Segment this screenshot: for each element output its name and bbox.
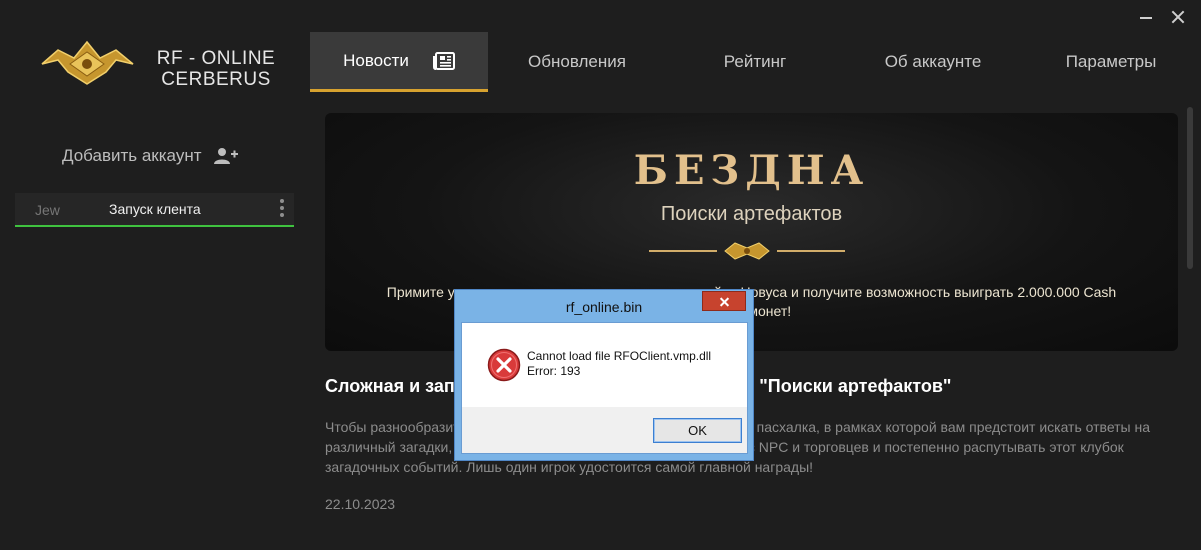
account-row[interactable]: Jew Запуск клента [15,193,294,227]
add-account-label: Добавить аккаунт [62,146,202,165]
add-account-button[interactable]: Добавить аккаунт [62,146,238,166]
article-date: 22.10.2023 [325,496,396,512]
error-icon [487,348,521,382]
banner-title: БЕЗДНА [633,147,870,194]
tab-news-label: Новости [343,50,409,70]
tab-news[interactable]: Новости [310,32,488,92]
tab-updates[interactable]: Обновления [488,32,666,92]
ok-button[interactable]: OK [653,418,742,443]
close-icon[interactable] [1169,8,1187,26]
dialog-message-line2: Error: 193 [527,364,581,378]
brand-line1: RF - ONLINE [156,48,276,69]
tab-bar: Новости Обновления Рейтинг Об аккаунте П… [310,32,1201,92]
launch-client-button[interactable]: Запуск клента [109,201,201,217]
tab-rating-label: Рейтинг [723,52,787,71]
error-dialog: rf_online.bin Cannot load file RFOClient… [454,289,754,461]
scrollbar[interactable] [1187,107,1193,269]
dialog-message-area: Cannot load file RFOClient.vmp.dll Error… [462,323,747,407]
banner-subtitle: Поиски артефактов [660,203,843,225]
logo [41,40,134,85]
more-options-icon[interactable] [279,199,285,219]
news-panel: БЕЗДНА Поиски артефактов Примите участие… [310,92,1201,550]
tab-account[interactable]: Об аккаунте [844,32,1022,92]
brand-line2: CERBERUS [161,69,271,90]
tab-account-label: Об аккаунте [884,52,982,71]
dialog-message-line1: Cannot load file RFOClient.vmp.dll [527,349,712,363]
brand-title: RF - ONLINE CERBERUS [146,48,286,90]
newspaper-icon [432,51,455,70]
dialog-close-icon[interactable] [702,291,746,311]
ornament-divider-icon [649,242,845,260]
account-nick: Jew [35,202,60,218]
tab-rating[interactable]: Рейтинг [666,32,844,92]
add-user-icon [213,148,238,164]
tab-updates-label: Обновления [528,52,626,71]
dialog-body: Cannot load file RFOClient.vmp.dll Error… [461,322,748,454]
tab-settings-label: Параметры [1065,52,1157,71]
sidebar: RF - ONLINE CERBERUS Добавить аккаунт Je… [0,0,310,550]
minimize-icon[interactable] [1137,8,1155,26]
tab-settings[interactable]: Параметры [1022,32,1200,92]
